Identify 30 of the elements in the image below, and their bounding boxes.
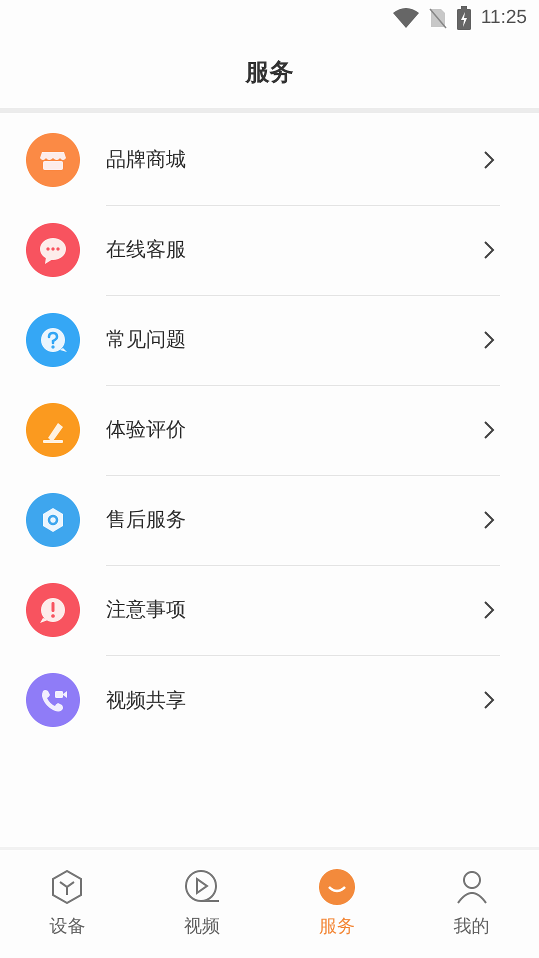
status-time: 11:25	[480, 7, 527, 29]
service-icon	[318, 868, 356, 906]
tab-item[interactable]: 设备	[0, 850, 135, 958]
battery-icon	[456, 6, 471, 30]
service-item[interactable]: 售后服务	[0, 475, 539, 565]
chevron-right-icon	[483, 690, 495, 710]
service-item[interactable]: 常见问题	[0, 295, 539, 385]
tab-item[interactable]: 我的	[404, 850, 539, 958]
service-item[interactable]: 体验评价	[0, 385, 539, 475]
wifi-icon	[392, 7, 419, 29]
chevron-right-icon	[483, 150, 495, 170]
service-label: 在线客服	[106, 236, 186, 263]
chevron-right-icon	[483, 240, 495, 260]
service-item[interactable]: 品牌商城	[0, 115, 539, 205]
service-label: 视频共享	[106, 686, 186, 714]
service-item[interactable]: 视频共享	[0, 655, 539, 745]
service-label: 体验评价	[106, 416, 186, 443]
no-sim-icon	[428, 7, 447, 29]
service-item[interactable]: 注意事项	[0, 565, 539, 655]
service-label: 注意事项	[106, 596, 186, 623]
chevron-right-icon	[483, 420, 495, 440]
chevron-right-icon	[483, 510, 495, 530]
service-label: 品牌商城	[106, 146, 186, 173]
page-title: 服务	[246, 57, 294, 88]
tab-item[interactable]: 视频	[134, 850, 270, 958]
chevron-right-icon	[483, 600, 495, 620]
chevron-right-icon	[483, 330, 495, 350]
service-item[interactable]: 在线客服	[0, 205, 539, 295]
service-label: 常见问题	[106, 326, 186, 353]
service-label: 售后服务	[106, 506, 186, 533]
